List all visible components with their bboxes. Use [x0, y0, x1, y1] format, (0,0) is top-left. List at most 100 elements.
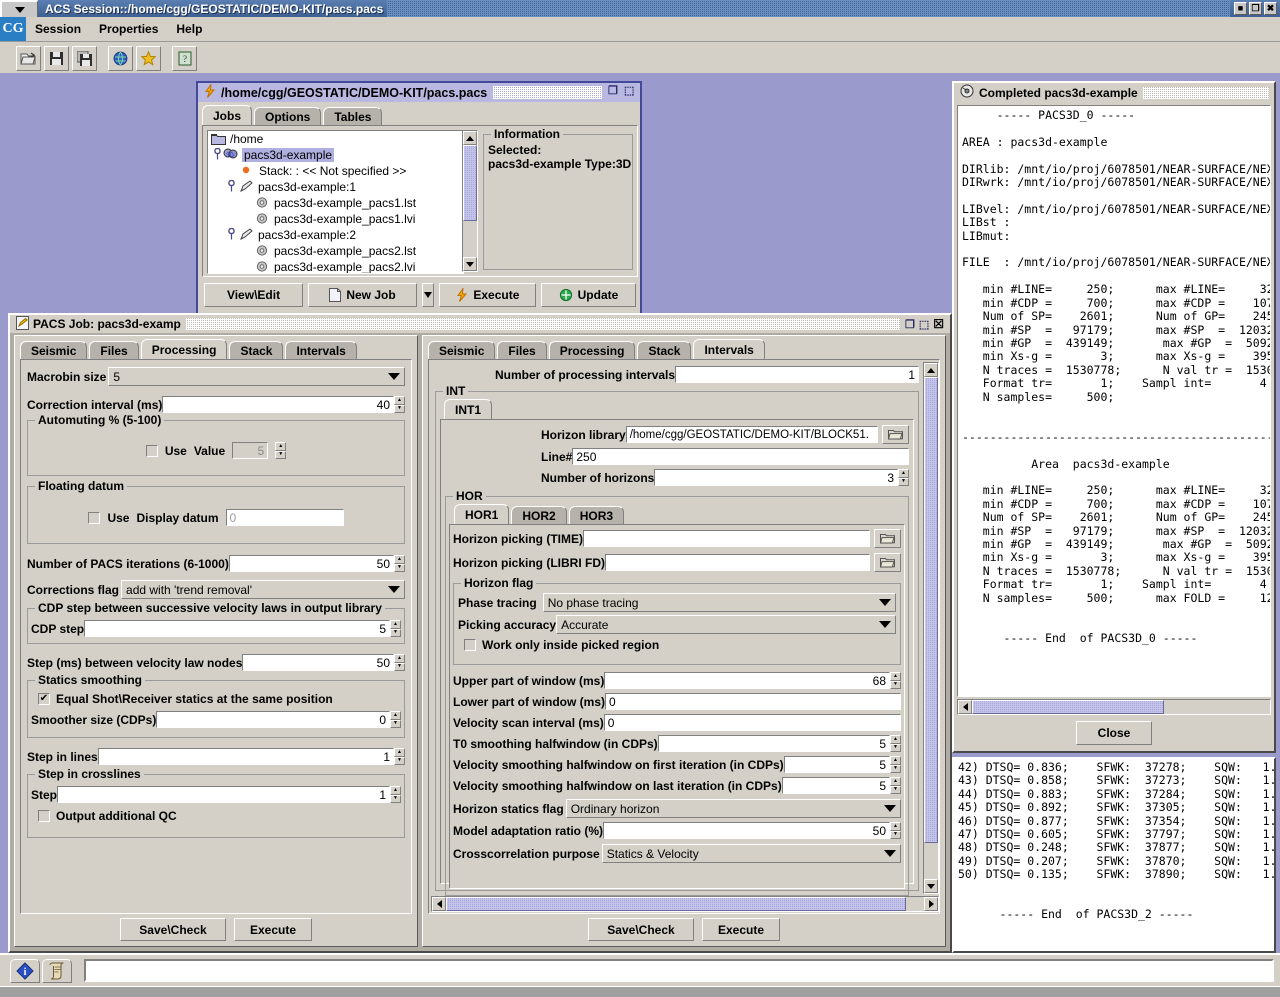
right-tab-seismic[interactable]: Seismic: [428, 341, 496, 359]
smoother-size-input[interactable]: 0: [156, 711, 390, 728]
right-tab-files[interactable]: Files: [497, 341, 547, 359]
left-tab-stack[interactable]: Stack: [229, 341, 284, 359]
save-button[interactable]: [44, 45, 69, 71]
intervals-vscrollbar[interactable]: [923, 362, 939, 894]
right-tab-processing[interactable]: Processing: [548, 341, 636, 359]
open-button[interactable]: [16, 45, 41, 71]
t0-smoothing-input[interactable]: 5: [657, 735, 890, 752]
tab-tables[interactable]: Tables: [323, 107, 383, 125]
tree-item-lvi2[interactable]: pacs3d-example_pacs2.lvi: [208, 259, 463, 273]
cdp-step-spinner[interactable]: ▲ ▼: [390, 620, 401, 637]
right-tab-stack[interactable]: Stack: [637, 341, 692, 359]
picking-accuracy-combo[interactable]: Accurate: [556, 615, 896, 634]
output-text-area[interactable]: ----- PACS3D_0 ----- AREA : pacs3d-examp…: [957, 105, 1271, 697]
window-menu-button[interactable]: [0, 0, 38, 17]
save-as-button[interactable]: [72, 45, 97, 71]
crossline-step-input[interactable]: 1: [57, 786, 390, 803]
phase-tracing-combo[interactable]: No phase tracing: [542, 593, 896, 612]
expand-handle-icon[interactable]: [227, 179, 239, 195]
picking-libri-input[interactable]: [605, 554, 870, 571]
t0-smoothing-spinner[interactable]: ▲ ▼: [890, 735, 901, 752]
macrobin-combo[interactable]: 5: [108, 367, 405, 386]
output-hscroll-thumb[interactable]: [972, 700, 1164, 714]
info-button[interactable]: i: [10, 959, 40, 983]
left-tab-intervals[interactable]: Intervals: [285, 341, 357, 359]
tree-item-pacs3d-example[interactable]: 3D pacs3d-example: [208, 147, 463, 163]
intervals-hscrollbar[interactable]: [431, 896, 939, 912]
iterations-input[interactable]: 50: [228, 555, 394, 572]
model-ratio-input[interactable]: 50: [603, 822, 890, 839]
vel-last-spinner[interactable]: ▲ ▼: [890, 777, 901, 794]
left-save-check-button[interactable]: Save\Check: [120, 918, 226, 941]
favorites-button[interactable]: [136, 45, 161, 71]
intervals-scroll-thumb[interactable]: [924, 377, 938, 843]
tree-item-stack[interactable]: Stack: : << Not specified >>: [208, 163, 463, 179]
automuting-use-checkbox[interactable]: [145, 444, 158, 457]
scroll-down-button[interactable]: [463, 257, 477, 271]
menu-session[interactable]: Session: [26, 19, 90, 39]
pacs-close-button[interactable]: ☒: [933, 317, 944, 331]
step-lines-spinner[interactable]: ▲ ▼: [394, 748, 405, 765]
hor-tab-hor1[interactable]: HOR1: [454, 504, 510, 524]
intervals-scroll-track[interactable]: [924, 843, 938, 879]
tree-item-job1[interactable]: pacs3d-example:1: [208, 179, 463, 195]
picking-libri-browse-button[interactable]: [874, 553, 901, 572]
output-hscroll-track[interactable]: [1164, 700, 1270, 714]
tree-item-job2[interactable]: pacs3d-example:2: [208, 227, 463, 243]
output-close-button[interactable]: Close: [1076, 721, 1152, 745]
lower-window-input[interactable]: 0: [605, 693, 901, 710]
right-tab-intervals[interactable]: Intervals: [693, 339, 765, 359]
picking-time-browse-button[interactable]: [874, 529, 901, 548]
left-tab-seismic[interactable]: Seismic: [20, 341, 88, 359]
correction-interval-spinner[interactable]: ▲ ▼: [394, 396, 405, 413]
cdp-step-input[interactable]: 5: [84, 620, 390, 637]
close-button[interactable]: ✖: [1264, 2, 1277, 15]
jobs-maximize-button[interactable]: ⬚: [624, 86, 637, 99]
jobs-execute-button[interactable]: Execute: [438, 283, 536, 307]
scroll-down-button[interactable]: [924, 879, 938, 893]
tree-item-lst1[interactable]: pacs3d-example_pacs1.lst: [208, 195, 463, 211]
corrections-flag-combo[interactable]: add with 'trend removal': [121, 580, 405, 599]
menu-properties[interactable]: Properties: [90, 19, 167, 39]
hor-tab-hor3[interactable]: HOR3: [568, 506, 625, 524]
log-window[interactable]: 42) DTSQ= 0.836; SFWK: 37278; SQW: 1.853…: [952, 757, 1276, 953]
crosscorr-combo[interactable]: Statics & Velocity: [601, 844, 901, 863]
num-horizons-input[interactable]: 3: [654, 469, 898, 486]
intervals-hscroll-track[interactable]: [906, 897, 924, 911]
expand-handle-icon[interactable]: [211, 147, 223, 163]
expand-handle-icon[interactable]: [227, 227, 239, 243]
taskbar-status-field[interactable]: [84, 959, 1274, 982]
right-execute-button[interactable]: Execute: [702, 918, 780, 941]
tree-vscrollbar[interactable]: [462, 130, 478, 272]
line-number-input[interactable]: 250: [572, 448, 909, 465]
equal-statics-checkbox[interactable]: ✔: [38, 693, 50, 705]
picked-region-checkbox[interactable]: [464, 639, 476, 651]
automuting-value-input[interactable]: 5: [232, 442, 269, 459]
scroll-up-button[interactable]: [463, 131, 477, 145]
tree-scroll-track[interactable]: [463, 221, 477, 257]
output-qc-checkbox[interactable]: [38, 810, 50, 822]
automuting-spinner[interactable]: ▲ ▼: [275, 442, 287, 459]
vel-scan-input[interactable]: 0: [603, 714, 901, 731]
horizon-statics-combo[interactable]: Ordinary horizon: [565, 799, 901, 818]
minimize-button[interactable]: ■: [1234, 2, 1247, 15]
hor-tab-hor2[interactable]: HOR2: [511, 506, 567, 524]
upper-window-input[interactable]: 68: [604, 672, 890, 689]
horizon-library-browse-button[interactable]: [882, 425, 909, 444]
tree-item-lst2[interactable]: pacs3d-example_pacs2.lst: [208, 243, 463, 259]
model-ratio-spinner[interactable]: ▲ ▼: [890, 822, 901, 839]
intervals-hscroll-thumb[interactable]: [446, 897, 906, 911]
tab-jobs[interactable]: Jobs: [202, 105, 253, 125]
vel-last-input[interactable]: 5: [781, 777, 890, 794]
vel-first-spinner[interactable]: ▲ ▼: [890, 756, 901, 773]
correction-interval-input[interactable]: 40: [162, 396, 394, 413]
step-lines-input[interactable]: 1: [97, 748, 394, 765]
jobs-update-button[interactable]: Update: [540, 283, 636, 307]
scroll-left-button[interactable]: [432, 897, 446, 911]
node-step-spinner[interactable]: ▲ ▼: [394, 654, 405, 671]
floating-datum-use-checkbox[interactable]: [88, 511, 101, 524]
left-tab-processing[interactable]: Processing: [140, 339, 228, 359]
view-edit-button[interactable]: View\Edit: [204, 283, 304, 307]
scroll-left-button[interactable]: [958, 700, 972, 714]
left-execute-button[interactable]: Execute: [234, 918, 312, 941]
